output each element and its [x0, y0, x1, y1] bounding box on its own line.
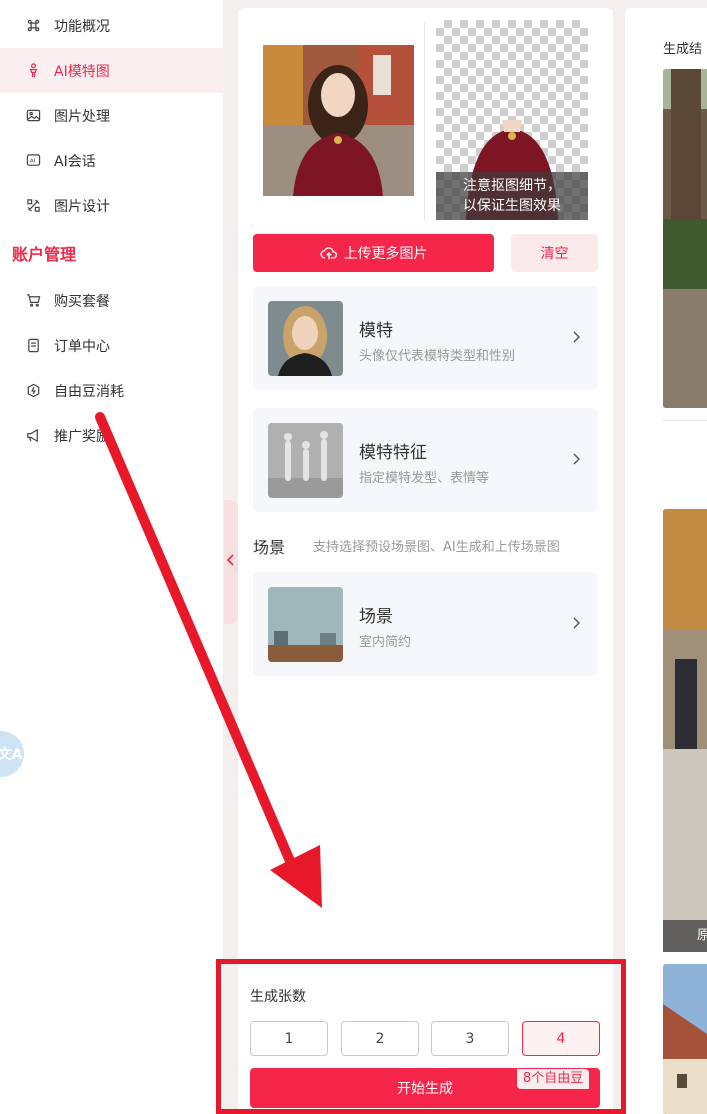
- model-option-card[interactable]: 模特 头像仅代表模特类型和性别: [253, 286, 598, 390]
- sidebar-item-label: 购买套餐: [54, 293, 110, 310]
- cutout-preview[interactable]: 注意抠图细节， 以保证生图效果: [436, 20, 588, 220]
- sidebar-item-ai-chat[interactable]: AI AI会话: [0, 138, 224, 183]
- cart-icon: [25, 293, 41, 309]
- result-image-2[interactable]: [663, 509, 707, 952]
- chevron-right-icon: [573, 453, 580, 465]
- cloud-upload-icon: [319, 247, 337, 260]
- uploaded-photo[interactable]: [263, 45, 414, 196]
- count-option-4[interactable]: 4: [522, 1021, 600, 1056]
- mannequin-thumbnail: [268, 423, 343, 498]
- sidebar-item-buy-plan[interactable]: 购买套餐: [0, 278, 224, 323]
- design-tools-icon: [25, 198, 41, 214]
- sidebar-item-referral[interactable]: 推广奖励: [0, 413, 224, 458]
- sidebar: 功能概况 AI模特图 图片处理 AI AI会话 图片设计 账户管理 购买套餐 订…: [0, 0, 224, 1114]
- cutout-notice-line-1: 注意抠图细节，: [463, 178, 561, 194]
- order-icon: [25, 338, 41, 354]
- original-tag: 原: [663, 920, 707, 952]
- model-features-subtitle: 指定模特发型、表情等: [359, 471, 490, 486]
- sidebar-item-image-design[interactable]: 图片设计: [0, 183, 224, 228]
- model-option-title: 模特: [359, 321, 393, 341]
- account-section-title: 账户管理: [12, 245, 77, 264]
- sidebar-item-label: 图片设计: [54, 198, 110, 215]
- sidebar-item-orders[interactable]: 订单中心: [0, 323, 224, 368]
- chevron-right-icon: [573, 617, 580, 629]
- bean-icon: [25, 383, 41, 399]
- model-features-title: 模特特征: [359, 443, 427, 463]
- collapse-sidebar-handle[interactable]: [224, 500, 238, 624]
- result-image-3[interactable]: [663, 964, 707, 1114]
- sidebar-item-overview[interactable]: 功能概况: [0, 3, 224, 48]
- svg-text:AI: AI: [29, 158, 35, 164]
- model-avatar: [268, 301, 343, 376]
- scene-section-hint: 支持选择预设场景图、AI生成和上传场景图: [313, 540, 560, 555]
- scene-option-title: 场景: [359, 607, 393, 627]
- sidebar-item-label: 自由豆消耗: [54, 383, 124, 400]
- count-option-3[interactable]: 3: [431, 1021, 509, 1056]
- cutout-notice: 注意抠图细节， 以保证生图效果: [436, 172, 588, 220]
- cost-badge: 8个自由豆: [517, 1069, 590, 1089]
- count-option-2[interactable]: 2: [341, 1021, 419, 1056]
- model-option-subtitle: 头像仅代表模特类型和性别: [359, 349, 516, 364]
- cutout-notice-line-2: 以保证生图效果: [463, 198, 561, 214]
- results-title: 生成结: [663, 42, 703, 57]
- model-figure-icon: [25, 63, 41, 79]
- result-image-1[interactable]: [663, 69, 707, 408]
- photo-divider: [424, 22, 425, 220]
- clear-button[interactable]: 清空: [511, 234, 598, 272]
- scene-thumbnail: [268, 587, 343, 662]
- scene-section-label: 场景: [253, 538, 286, 557]
- sidebar-item-label: 订单中心: [54, 338, 110, 355]
- chevron-left-icon: [226, 554, 235, 570]
- sidebar-item-image-processing[interactable]: 图片处理: [0, 93, 224, 138]
- model-features-option-card[interactable]: 模特特征 指定模特发型、表情等: [253, 408, 598, 512]
- command-icon: [25, 18, 41, 34]
- chevron-right-icon: [573, 331, 580, 343]
- translate-button[interactable]: 文A: [0, 731, 24, 777]
- sidebar-item-bean-usage[interactable]: 自由豆消耗: [0, 368, 224, 413]
- upload-more-button[interactable]: 上传更多图片: [253, 234, 494, 272]
- scene-option-card[interactable]: 场景 室内简约: [253, 572, 598, 676]
- results-divider: [663, 420, 707, 421]
- image-icon: [25, 108, 41, 124]
- upload-more-label: 上传更多图片: [343, 246, 428, 262]
- sidebar-item-label: 推广奖励: [54, 428, 110, 445]
- translate-icon: 文A: [0, 747, 23, 763]
- sidebar-item-label: AI会话: [54, 153, 96, 170]
- sidebar-item-label: 图片处理: [54, 108, 110, 125]
- count-label: 生成张数: [250, 989, 306, 1005]
- sidebar-item-label: AI模特图: [54, 63, 110, 80]
- sidebar-item-ai-model[interactable]: AI模特图: [0, 48, 224, 93]
- megaphone-icon: [25, 428, 41, 444]
- sidebar-item-label: 功能概况: [54, 18, 110, 35]
- scene-option-subtitle: 室内简约: [359, 635, 412, 650]
- ai-chat-icon: AI: [25, 153, 41, 169]
- count-option-1[interactable]: 1: [250, 1021, 328, 1056]
